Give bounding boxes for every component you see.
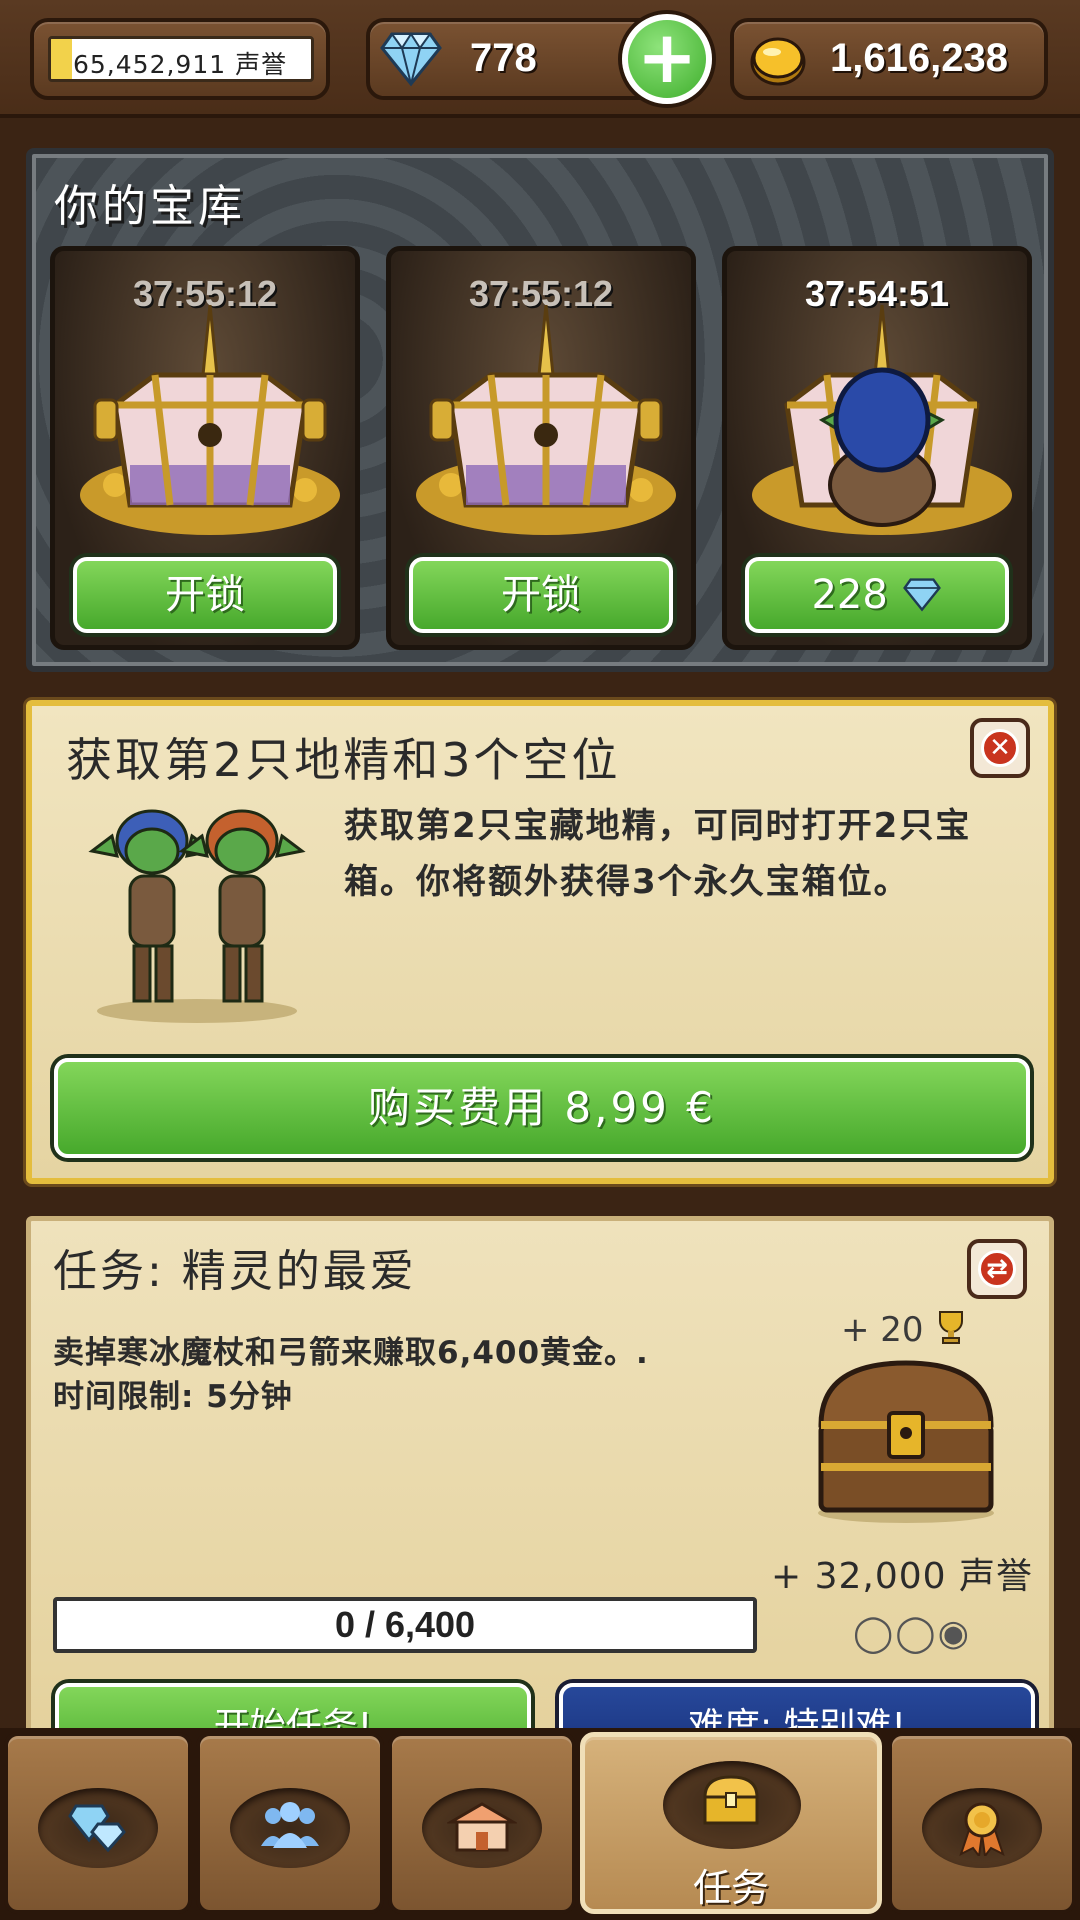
speedup-cost: 228 xyxy=(811,572,888,618)
buy-button[interactable]: 购买费用 8,99 € xyxy=(54,1058,1030,1158)
bottom-navigation: 任务 xyxy=(0,1728,1080,1920)
two-gnomes-illustration xyxy=(82,796,312,1030)
chest-slot-2[interactable]: 37:55:12 开锁 xyxy=(386,246,696,650)
tab-quests[interactable]: 任务 xyxy=(580,1732,882,1914)
quest-progress: 0 / 6,400 xyxy=(53,1597,757,1653)
reputation-value: 65,452,911 声誉 xyxy=(73,50,288,79)
chest-icon xyxy=(585,1773,877,1831)
chest-slot-1[interactable]: 37:55:12 开锁 xyxy=(50,246,360,650)
swap-icon: ⇄ xyxy=(978,1250,1016,1288)
quest-goal: 卖掉寒冰魔杖和弓箭来赚取6,400黄金。. xyxy=(53,1335,649,1371)
resource-bar: 65,452,911 声誉 778 + 1,616,238 xyxy=(0,0,1080,118)
swap-quest-button[interactable]: ⇄ xyxy=(967,1239,1027,1299)
gems-count: 778 xyxy=(470,36,537,80)
tab-gems[interactable] xyxy=(4,1732,192,1914)
offer-description: 获取第2只宝藏地精，可同时打开2只宝箱。你将额外获得3个永久宝箱位。 xyxy=(344,806,972,902)
close-icon: ✕ xyxy=(981,729,1019,767)
gold-count: 1,616,238 xyxy=(830,36,1008,80)
tab-achievements[interactable] xyxy=(888,1732,1076,1914)
diamond-icon xyxy=(378,28,444,92)
vault-panel: 你的宝库 37:55:12 开锁 37:55:12 开锁 37:54:51 22… xyxy=(26,148,1054,672)
reputation-panel[interactable]: 65,452,911 声誉 xyxy=(30,18,330,100)
quest-time-limit: 时间限制: 5分钟 xyxy=(53,1379,293,1415)
tab-helpers[interactable] xyxy=(196,1732,384,1914)
diamond-icon xyxy=(902,578,941,612)
offer-title: 获取第2只地精和3个空位 xyxy=(66,733,621,787)
buy-gems-button[interactable]: + xyxy=(622,14,712,104)
gnome-offer-panel: 获取第2只地精和3个空位 ✕ 获取第2只宝藏地精，可同时打开2只宝箱。你将额外获… xyxy=(26,700,1054,1184)
reputation-fill xyxy=(51,39,72,79)
gnome-opening-chest-icon xyxy=(747,304,1017,549)
trophy-icon xyxy=(939,1311,964,1344)
quest-description: 卖掉寒冰魔杖和弓箭来赚取6,400黄金。. 时间限制: 5分钟 xyxy=(53,1331,773,1419)
unlock-button[interactable]: 开锁 xyxy=(409,557,673,633)
trophy-reward-value: + 20 xyxy=(841,1310,924,1350)
quest-panel: 任务: 精灵的最爱 ⇄ 卖掉寒冰魔杖和弓箭来赚取6,400黄金。. 时间限制: … xyxy=(26,1216,1054,1773)
reputation-reward: + 32,000 声誉 xyxy=(771,1556,1034,1597)
trophy-reward: + 20 xyxy=(841,1309,968,1350)
unlock-button[interactable]: 开锁 xyxy=(73,557,337,633)
difficulty-indicator: ◯◯◉ xyxy=(853,1613,971,1654)
tab-shop[interactable] xyxy=(388,1732,576,1914)
close-button[interactable]: ✕ xyxy=(970,718,1030,778)
shop-icon xyxy=(392,1800,572,1856)
tab-quests-label: 任务 xyxy=(692,1866,769,1910)
vault-title: 你的宝库 xyxy=(54,181,246,232)
reputation-meter: 65,452,911 声誉 xyxy=(48,36,314,82)
quest-title: 任务: 精灵的最爱 xyxy=(53,1246,417,1297)
people-icon xyxy=(200,1800,380,1854)
ornate-chest-icon xyxy=(75,304,345,549)
ornate-chest-icon xyxy=(411,304,681,549)
gems-icon xyxy=(8,1800,188,1858)
gold-coin-icon xyxy=(748,32,808,92)
medal-icon xyxy=(892,1800,1072,1860)
gold-panel[interactable]: 1,616,238 xyxy=(730,18,1048,100)
treasure-chest-icon xyxy=(811,1355,1001,1529)
speedup-button[interactable]: 228 xyxy=(745,557,1009,633)
chest-slot-3[interactable]: 37:54:51 228 xyxy=(722,246,1032,650)
